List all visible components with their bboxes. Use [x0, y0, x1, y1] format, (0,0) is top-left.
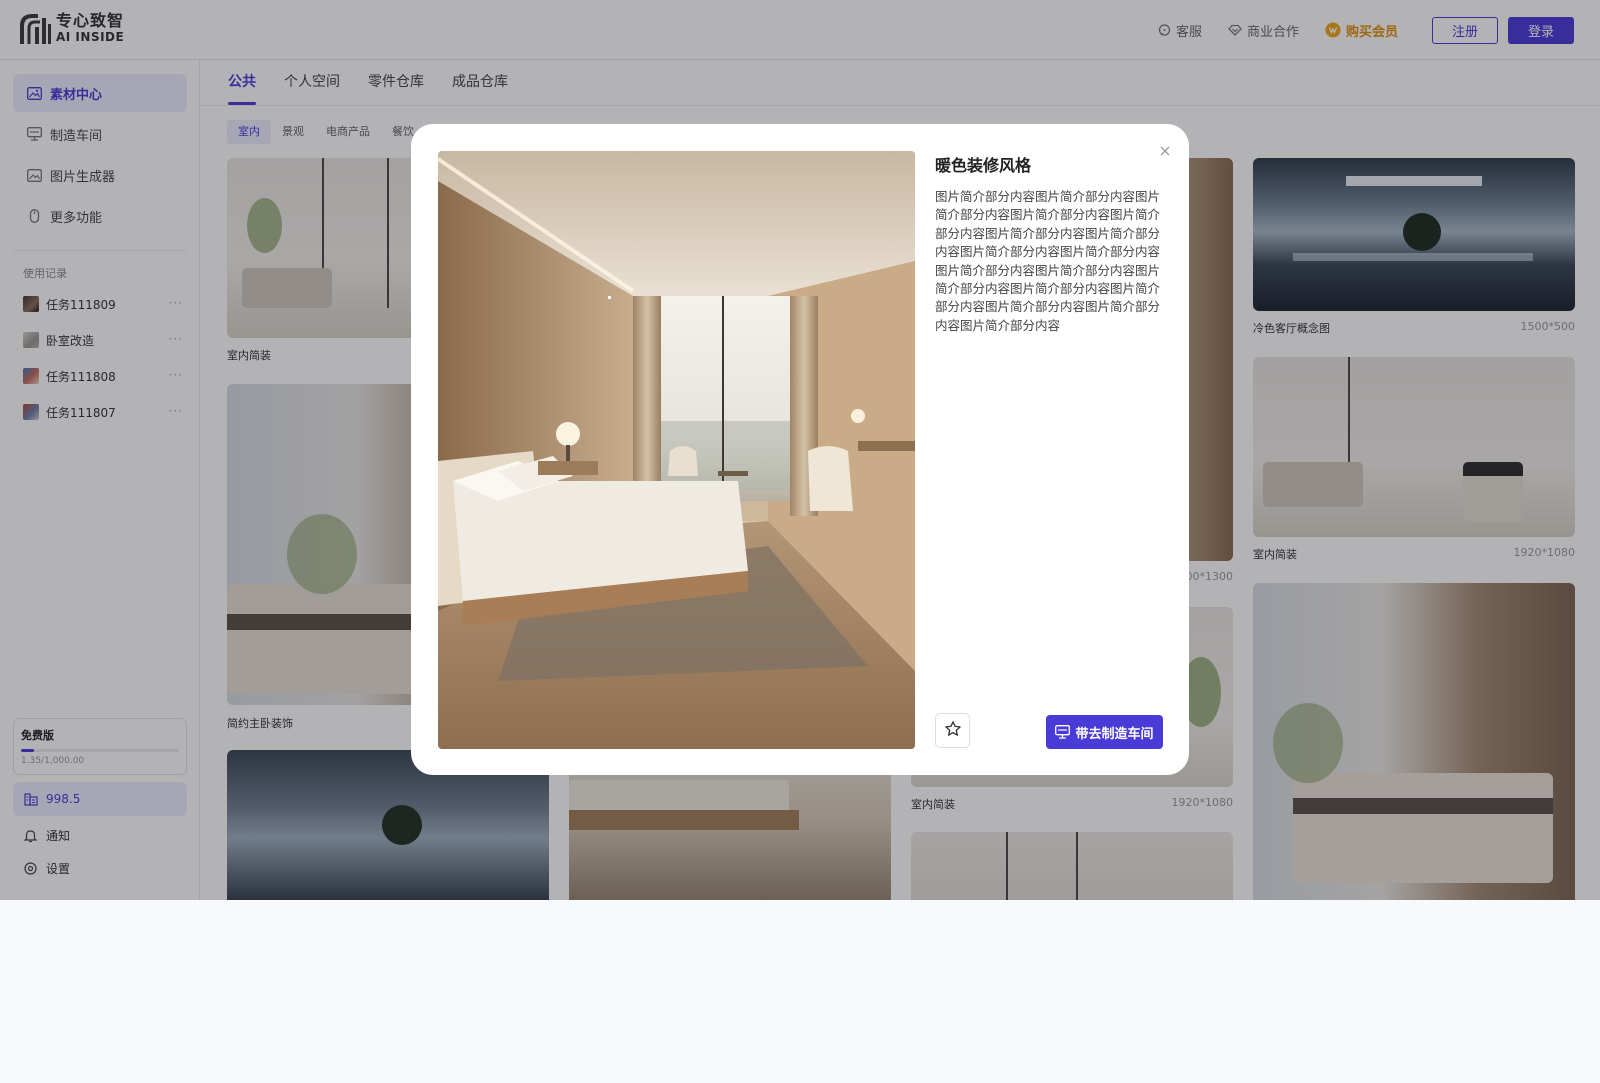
go-to-workshop-label: 带去制造车间 — [1075, 726, 1154, 742]
go-to-workshop-button[interactable]: 带去制造车间 — [1046, 715, 1163, 749]
modal-title: 暖色装修风格 — [935, 156, 1032, 175]
app-window: 专心致智 AI INSIDE 客服 商业合作 购买会员 注册 登录 素材中心 制… — [0, 0, 1600, 900]
favorite-button[interactable] — [935, 713, 970, 748]
workshop-icon — [1055, 725, 1071, 739]
star-icon — [944, 720, 962, 742]
image-detail-modal: 暖色装修风格 图片简介部分内容图片简介部分内容图片简介部分内容图片简介部分内容图… — [411, 124, 1189, 775]
modal-preview-image — [438, 151, 915, 749]
close-icon[interactable] — [1158, 143, 1172, 157]
modal-description: 图片简介部分内容图片简介部分内容图片简介部分内容图片简介部分内容图片简介部分内容… — [935, 189, 1161, 333]
